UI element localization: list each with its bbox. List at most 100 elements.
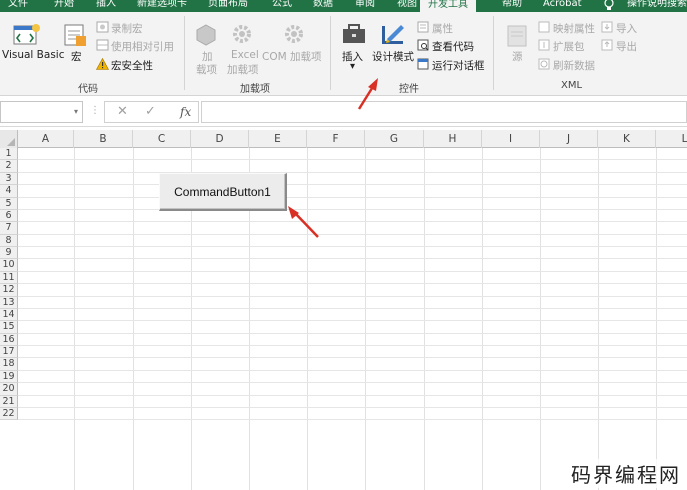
- excel-addins-line2[interactable]: 加载项: [227, 62, 259, 77]
- tab-home[interactable]: 开始: [54, 0, 74, 12]
- row-header[interactable]: 3: [0, 172, 18, 186]
- column-header[interactable]: I: [482, 130, 540, 148]
- tell-me-search[interactable]: 操作说明搜索: [627, 0, 687, 12]
- macros-button[interactable]: 宏: [71, 49, 82, 64]
- column-header[interactable]: J: [540, 130, 598, 148]
- properties-button[interactable]: 属性: [432, 21, 453, 36]
- row-header[interactable]: 10: [0, 259, 18, 272]
- refresh-data-button[interactable]: 刷新数据: [553, 58, 595, 73]
- worksheet-grid[interactable]: A B C D E F G H I J K L 1 2 3 4 5 6 7 8 9 10 11 12 1…: [0, 130, 687, 490]
- warning-icon: [95, 57, 110, 73]
- design-mode-icon: [379, 20, 407, 51]
- tab-acrobat[interactable]: Acrobat: [543, 0, 582, 12]
- column-gridline: [424, 148, 425, 490]
- tab-data[interactable]: 数据: [313, 0, 333, 12]
- record-macro-icon: [96, 21, 109, 36]
- column-gridline: [598, 148, 599, 490]
- row-header[interactable]: 8: [0, 234, 18, 248]
- relative-refs-button[interactable]: 使用相对引用: [111, 39, 174, 54]
- row-header[interactable]: 14: [0, 308, 18, 322]
- row-header[interactable]: 11: [0, 271, 18, 285]
- column-header[interactable]: A: [18, 130, 74, 148]
- row-header[interactable]: 16: [0, 333, 18, 347]
- view-code-button[interactable]: 查看代码: [432, 39, 474, 54]
- row-gridline: [18, 320, 687, 322]
- name-box-dropdown-icon[interactable]: ▾: [74, 107, 78, 116]
- row-header[interactable]: 9: [0, 247, 18, 260]
- ribbon-developer: Visual Basic 宏 录制宏 使用相对引用 宏安全性 代码 加 载项 E…: [0, 12, 687, 96]
- column-header[interactable]: B: [74, 130, 133, 148]
- export-button[interactable]: 导出: [616, 39, 637, 54]
- row-gridline: [18, 419, 687, 421]
- chevron-down-icon[interactable]: ▾: [350, 61, 355, 72]
- tab-file[interactable]: 文件: [8, 0, 28, 12]
- column-header[interactable]: F: [307, 130, 365, 148]
- column-header[interactable]: D: [191, 130, 249, 148]
- row-header[interactable]: 12: [0, 284, 18, 297]
- row-gridline: [18, 208, 687, 210]
- column-header[interactable]: C: [133, 130, 191, 148]
- column-header[interactable]: E: [249, 130, 307, 148]
- tab-view[interactable]: 视图: [397, 0, 417, 12]
- row-header[interactable]: 20: [0, 383, 18, 396]
- tab-page-layout[interactable]: 页面布局: [208, 0, 248, 12]
- row-header[interactable]: 13: [0, 296, 18, 309]
- column-header[interactable]: G: [365, 130, 424, 148]
- column-header-bar: A B C D E F G H I J K L: [0, 130, 687, 148]
- macro-security-button[interactable]: 宏安全性: [111, 58, 153, 73]
- row-gridline: [18, 233, 687, 235]
- map-properties-button[interactable]: 映射属性: [553, 21, 595, 36]
- tab-developer[interactable]: 开发工具: [420, 0, 476, 12]
- cancel-icon[interactable]: ✕: [117, 104, 128, 119]
- row-gridline: [18, 307, 687, 309]
- formula-input[interactable]: [201, 101, 687, 123]
- xml-source-button[interactable]: 源: [512, 49, 523, 64]
- tab-help[interactable]: 帮助: [502, 0, 522, 12]
- run-dialog-button[interactable]: 运行对话框: [432, 58, 485, 73]
- row-header[interactable]: 2: [0, 160, 18, 173]
- map-properties-icon: [538, 21, 550, 36]
- row-header[interactable]: 6: [0, 209, 18, 223]
- column-header[interactable]: H: [424, 130, 482, 148]
- addins-button-line2[interactable]: 载项: [196, 62, 217, 77]
- row-gridline: [18, 332, 687, 334]
- import-button[interactable]: 导入: [616, 21, 637, 36]
- row-gridline: [18, 369, 687, 371]
- column-header[interactable]: L: [656, 130, 687, 148]
- select-all-button[interactable]: [0, 130, 18, 148]
- expansion-packs-button[interactable]: 扩展包: [553, 39, 585, 54]
- design-mode-button[interactable]: 设计模式: [372, 49, 414, 64]
- column-header[interactable]: K: [598, 130, 656, 148]
- row-header[interactable]: 17: [0, 346, 18, 359]
- xml-source-icon: [506, 24, 528, 51]
- record-macro-button[interactable]: 录制宏: [111, 21, 143, 36]
- group-divider: [184, 16, 185, 90]
- addins-group-label: 加载项: [240, 84, 270, 95]
- excel-addins-line1[interactable]: Excel: [231, 49, 259, 61]
- row-header[interactable]: 4: [0, 185, 18, 198]
- tab-review[interactable]: 审阅: [355, 0, 375, 12]
- visual-basic-button[interactable]: Visual Basic: [2, 49, 64, 61]
- enter-icon[interactable]: ✓: [145, 104, 156, 119]
- properties-icon: [417, 21, 429, 36]
- group-divider: [330, 16, 331, 90]
- excel-addins-gear-icon: [230, 22, 254, 49]
- row-header[interactable]: 7: [0, 222, 18, 235]
- row-gridline: [18, 295, 687, 297]
- row-header[interactable]: 5: [0, 197, 18, 210]
- row-header[interactable]: 22: [0, 407, 18, 421]
- insert-function-button[interactable]: fx: [180, 105, 191, 119]
- row-header[interactable]: 19: [0, 370, 18, 384]
- tab-new-tab[interactable]: 新建选项卡: [137, 0, 187, 12]
- tab-formulas[interactable]: 公式: [272, 0, 292, 12]
- row-header[interactable]: 15: [0, 321, 18, 334]
- com-addins-button[interactable]: COM 加载项: [262, 49, 322, 64]
- row-header[interactable]: 1: [0, 148, 18, 161]
- name-box[interactable]: ▾: [0, 101, 83, 123]
- row-header[interactable]: 18: [0, 358, 18, 371]
- row-header[interactable]: 21: [0, 395, 18, 408]
- command-button[interactable]: CommandButton1: [159, 173, 287, 211]
- tab-insert[interactable]: 插入: [96, 0, 116, 12]
- formula-bar-grip[interactable]: ⋮: [90, 105, 100, 116]
- column-gridline: [656, 148, 657, 490]
